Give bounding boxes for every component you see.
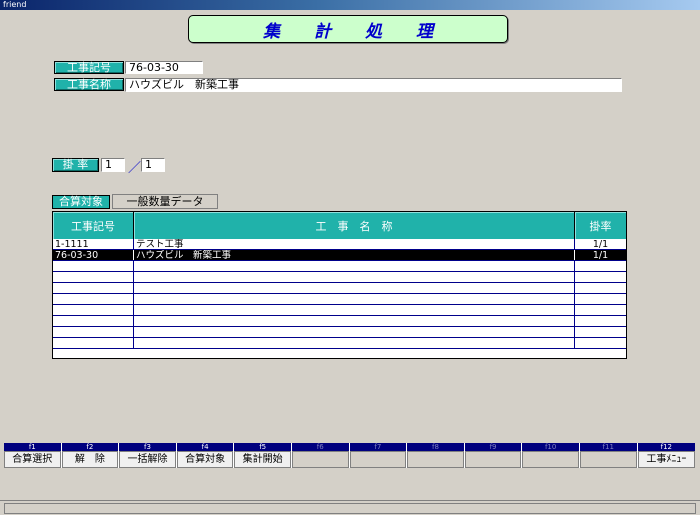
fkey-label (291, 451, 349, 468)
page-title-text: 集計処理 (263, 21, 467, 42)
cell-name: テスト工事 (134, 239, 575, 249)
tab-gassan-taisho[interactable]: 合算対象 (52, 195, 110, 209)
fkey-label (522, 451, 579, 468)
cell-name: ハウズビル 新築工事 (134, 250, 575, 260)
f4-button[interactable]: f4 合算対象 (176, 443, 235, 468)
f7-button[interactable]: f7 (349, 443, 408, 468)
fkey-label: 合算選択 (4, 451, 61, 468)
status-panel (4, 503, 696, 514)
fkey-label (349, 451, 407, 468)
f1-button[interactable]: f1 合算選択 (4, 443, 62, 468)
koji-meisho-field[interactable]: ハウズビル 新築工事 (125, 78, 622, 92)
f2-button[interactable]: f2 解 除 (61, 443, 120, 468)
fkey-number: f1 (4, 443, 61, 451)
fkey-label: 一括解除 (119, 451, 176, 468)
table-row-empty[interactable] (53, 338, 626, 349)
f3-button[interactable]: f3 一括解除 (119, 443, 177, 468)
table-row-selected[interactable]: 76-03-30 ハウズビル 新築工事 1/1 (53, 250, 626, 261)
fkey-number: f12 (637, 443, 696, 451)
table-row-empty[interactable] (53, 305, 626, 316)
column-header-kakeritsu: 掛率 (575, 212, 626, 239)
table-header: 工事記号 工 事 名 称 掛率 (53, 212, 626, 239)
column-header-koji-meisho: 工 事 名 称 (134, 212, 575, 239)
koji-table: 工事記号 工 事 名 称 掛率 1-1111 テスト工事 1/1 76-03-3… (52, 211, 627, 359)
fkey-label: 集計開始 (234, 451, 291, 468)
kakeritsu-separator: ／ (128, 161, 142, 176)
column-header-koji-kigo: 工事記号 (53, 212, 134, 239)
fkey-number: f8 (407, 443, 464, 451)
koji-kigo-field[interactable]: 76-03-30 (125, 61, 203, 74)
f11-button[interactable]: f11 (579, 443, 638, 468)
fkey-number: f3 (119, 443, 176, 451)
fkey-label (579, 451, 637, 468)
table-row[interactable]: 1-1111 テスト工事 1/1 (53, 239, 626, 250)
table-row-empty[interactable] (53, 327, 626, 338)
kakeritsu-numerator-field[interactable]: 1 (101, 158, 125, 172)
fkey-number: f5 (234, 443, 291, 451)
f10-button[interactable]: f10 (522, 443, 580, 468)
table-row-empty[interactable] (53, 272, 626, 283)
table-row-empty[interactable] (53, 294, 626, 305)
cell-code: 1-1111 (53, 239, 134, 249)
f9-button[interactable]: f9 (464, 443, 523, 468)
window-titlebar: friend (0, 0, 700, 10)
fkey-label: 合算対象 (176, 451, 234, 468)
f8-button[interactable]: f8 (407, 443, 465, 468)
tab-ippan-suryo-data[interactable]: 一般数量データ (112, 194, 218, 209)
koji-meisho-label: 工事名称 (54, 78, 124, 91)
f12-button[interactable]: f12 工事ﾒﾆｭｰ (637, 443, 696, 468)
fkey-label: 解 除 (61, 451, 119, 468)
fkey-number: f7 (349, 443, 407, 451)
fkey-number: f2 (61, 443, 119, 451)
function-key-bar: f1 合算選択 f2 解 除 f3 一括解除 f4 合算対象 f5 集計開始 f6 f7 … (4, 443, 696, 468)
fkey-number: f4 (176, 443, 234, 451)
kakeritsu-denominator-field[interactable]: 1 (141, 158, 165, 172)
kakeritsu-label: 掛 率 (52, 158, 99, 172)
f5-button[interactable]: f5 集計開始 (234, 443, 292, 468)
fkey-label (407, 451, 464, 468)
cell-code: 76-03-30 (53, 250, 134, 260)
fkey-number: f10 (522, 443, 579, 451)
table-row-empty[interactable] (53, 261, 626, 272)
f6-button[interactable]: f6 (291, 443, 350, 468)
fkey-number: f9 (464, 443, 522, 451)
cell-rate: 1/1 (592, 239, 609, 249)
page-title: 集計処理 (188, 15, 508, 43)
fkey-number: f6 (291, 443, 349, 451)
fkey-number: f11 (579, 443, 637, 451)
fkey-label: 工事ﾒﾆｭｰ (637, 451, 696, 468)
table-row-empty[interactable] (53, 283, 626, 294)
koji-kigo-label: 工事記号 (54, 61, 124, 74)
cell-rate: 1/1 (592, 250, 609, 260)
fkey-label (464, 451, 522, 468)
status-bar (0, 500, 700, 515)
table-row-empty[interactable] (53, 316, 626, 327)
